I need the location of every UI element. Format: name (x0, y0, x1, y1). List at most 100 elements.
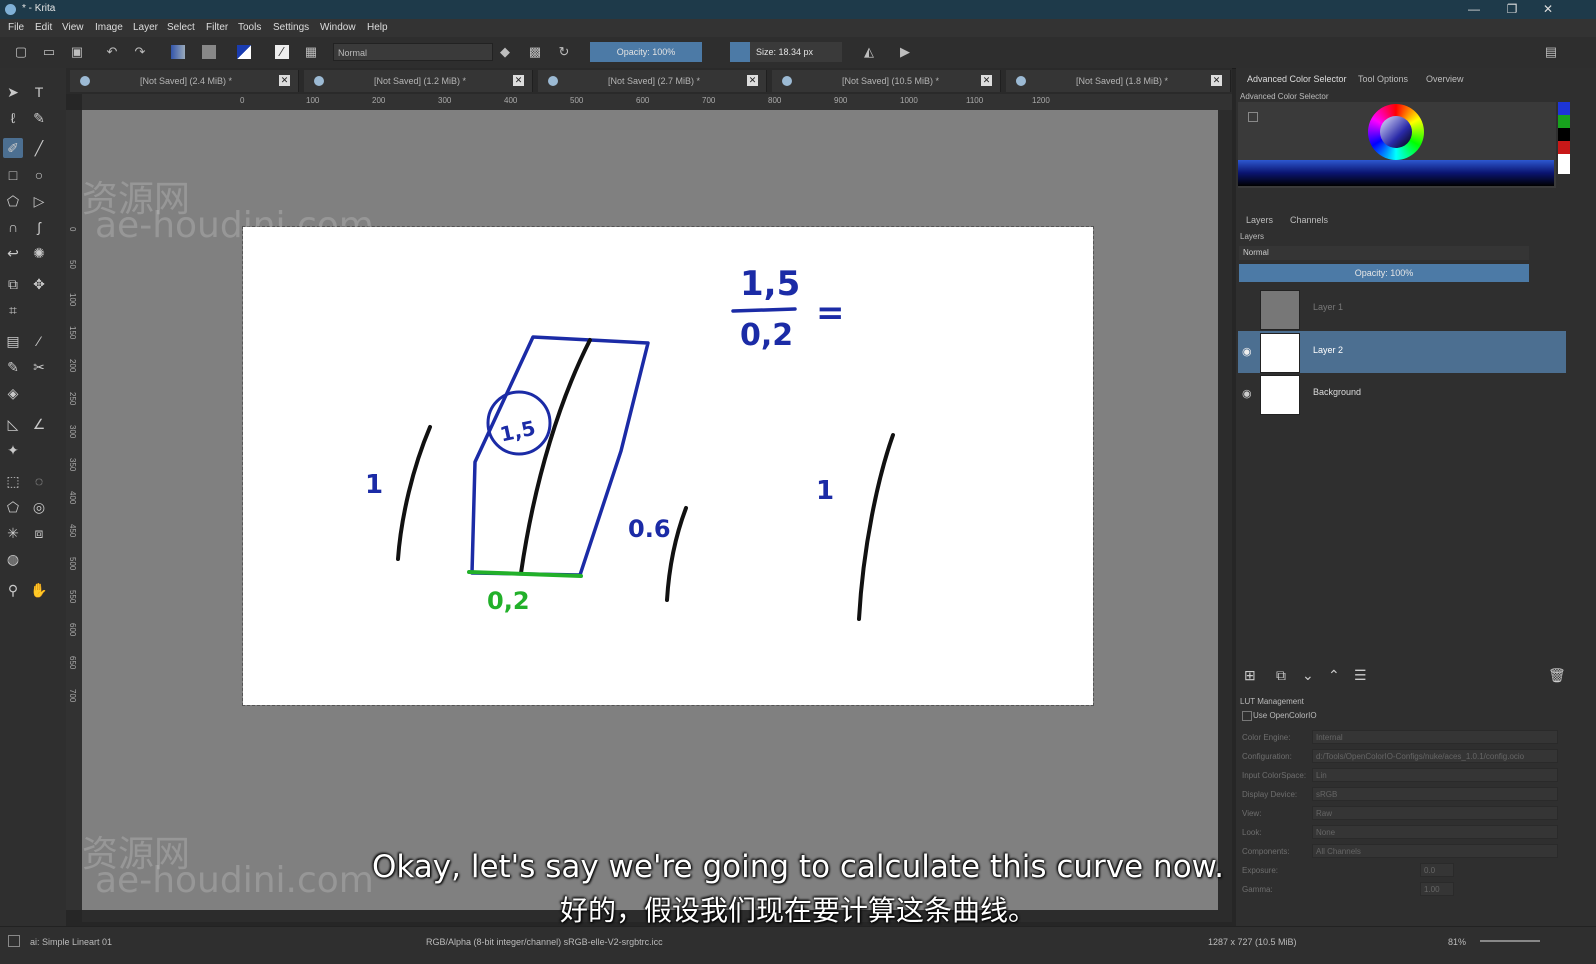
color-history-swatches[interactable] (1558, 102, 1570, 174)
transform-tool-icon[interactable]: ⧉ (3, 274, 23, 294)
freehand-select-tool-icon[interactable]: ◎ (29, 497, 49, 517)
menu-select[interactable]: Select (167, 22, 195, 33)
mirror-horizontal-icon[interactable]: ◭ (862, 45, 876, 59)
save-icon[interactable]: ▣ (70, 45, 84, 59)
tab-overview[interactable]: Overview (1426, 74, 1464, 84)
lut-field[interactable]: Lin (1312, 768, 1558, 782)
document-tab[interactable]: [Not Saved] (1.8 MiB) * ✕ (1006, 70, 1231, 92)
close-tab-icon[interactable]: ✕ (279, 75, 290, 86)
similar-select-tool-icon[interactable]: ⧈ (29, 523, 49, 543)
rectangle-tool-icon[interactable]: □ (3, 165, 23, 185)
menu-layer[interactable]: Layer (133, 22, 158, 33)
drawing-canvas[interactable]: 1 1,5 0,2 0.6 1 1,5 0,2 = (242, 226, 1094, 706)
document-tab[interactable]: [Not Saved] (2.7 MiB) * ✕ (538, 70, 767, 92)
duplicate-layer-icon[interactable]: ⧉ (1276, 667, 1286, 684)
polygon-select-tool-icon[interactable]: ⬠ (3, 497, 23, 517)
close-window-button[interactable]: ✕ (1530, 1, 1566, 18)
menu-edit[interactable]: Edit (35, 22, 52, 33)
lut-field[interactable]: None (1312, 825, 1558, 839)
color-picker-tool-icon[interactable]: ⁄ (29, 331, 49, 351)
dock-menu-icon[interactable]: ▤ (1544, 45, 1558, 59)
zoom-tool-icon[interactable]: ⚲ (3, 580, 23, 600)
colorize-mask-tool-icon[interactable]: ✎ (3, 357, 23, 377)
undo-icon[interactable]: ↶ (105, 45, 119, 59)
reference-images-tool-icon[interactable]: ✦ (3, 440, 23, 460)
bezier-tool-icon[interactable]: ∩ (3, 217, 23, 237)
layer-opacity-slider[interactable]: Opacity: 100% (1239, 264, 1529, 282)
lut-field[interactable]: sRGB (1312, 787, 1558, 801)
vertical-scrollbar[interactable] (1218, 110, 1232, 910)
assistant-tool-icon[interactable]: ◺ (3, 414, 23, 434)
calligraphy-tool-icon[interactable]: ✎ (29, 108, 49, 128)
redo-icon[interactable]: ↷ (133, 45, 147, 59)
ellipse-select-tool-icon[interactable]: ◌ (29, 471, 49, 491)
layer-row[interactable]: ◉ Layer 2 (1238, 331, 1566, 373)
exposure-field[interactable]: 0.0 (1420, 863, 1454, 877)
menu-filter[interactable]: Filter (206, 22, 228, 33)
saturation-value-picker[interactable] (1380, 116, 1412, 148)
minimize-button[interactable]: — (1456, 1, 1492, 18)
contiguous-select-tool-icon[interactable]: ✳ (3, 523, 23, 543)
layer-row[interactable]: ◉ Background (1238, 373, 1566, 415)
blend-mode-select[interactable]: Normal (333, 43, 493, 61)
menu-file[interactable]: File (8, 22, 24, 33)
document-tab[interactable]: [Not Saved] (1.2 MiB) * ✕ (304, 70, 533, 92)
close-tab-icon[interactable]: ✕ (981, 75, 992, 86)
document-tab[interactable]: [Not Saved] (2.4 MiB) * ✕ (70, 70, 299, 92)
menu-help[interactable]: Help (367, 22, 388, 33)
move-layer-down-icon[interactable]: ⌄ (1302, 667, 1314, 684)
multibrush-tool-icon[interactable]: ✺ (29, 243, 49, 263)
size-slider[interactable]: Size: 18.34 px (730, 42, 842, 62)
zoom-level[interactable]: 81% (1448, 937, 1466, 947)
move-tool-icon[interactable]: ✥ (29, 274, 49, 294)
edit-shapes-tool-icon[interactable]: ℓ (3, 108, 23, 128)
close-tab-icon[interactable]: ✕ (513, 75, 524, 86)
delete-layer-icon[interactable]: 🗑 (1548, 667, 1566, 684)
visibility-eye-icon[interactable]: ◉ (1242, 387, 1252, 400)
smart-patch-tool-icon[interactable]: ✂ (29, 357, 49, 377)
zoom-slider[interactable] (1480, 940, 1540, 942)
select-shapes-tool-icon[interactable]: ➤ (3, 82, 23, 102)
measure-tool-icon[interactable]: ∠ (29, 414, 49, 434)
document-tab[interactable]: [Not Saved] (10.5 MiB) * ✕ (772, 70, 1001, 92)
tab-channels[interactable]: Channels (1290, 215, 1328, 225)
pan-tool-icon[interactable]: ✋ (29, 580, 49, 600)
add-layer-icon[interactable]: ⊞ (1244, 667, 1256, 684)
gradient-preset-icon[interactable] (171, 45, 185, 59)
layer-row[interactable]: Layer 1 (1238, 288, 1566, 330)
dynamic-brush-tool-icon[interactable]: ↩ (3, 243, 23, 263)
mirror-vertical-icon[interactable]: ▶ (898, 45, 912, 59)
text-tool-icon[interactable]: T (29, 82, 49, 102)
rect-select-tool-icon[interactable]: ⬚ (3, 471, 23, 491)
alpha-lock-icon[interactable]: ▩ (528, 45, 542, 59)
gradient-tool-icon[interactable]: ▤ (3, 331, 23, 351)
color-selector[interactable] (1238, 102, 1556, 188)
brush-preset-icon[interactable]: ⁄ (275, 45, 289, 59)
layer-blend-mode-select[interactable]: Normal (1239, 246, 1529, 260)
fg-bg-color-icon[interactable] (237, 45, 251, 59)
layout-icon[interactable]: ▦ (304, 45, 318, 59)
color-settings-icon[interactable] (1248, 112, 1258, 122)
tab-advanced-color-selector[interactable]: Advanced Color Selector (1247, 74, 1347, 84)
new-document-icon[interactable]: ▢ (14, 45, 28, 59)
line-tool-icon[interactable]: ╱ (29, 138, 49, 158)
close-tab-icon[interactable]: ✕ (1211, 75, 1222, 86)
polygon-tool-icon[interactable]: ⬠ (3, 191, 23, 211)
lut-field[interactable]: Raw (1312, 806, 1558, 820)
lut-field[interactable]: Internal (1312, 730, 1558, 744)
color-slider-strip[interactable] (1238, 160, 1554, 186)
open-document-icon[interactable]: ▭ (42, 45, 56, 59)
fill-tool-icon[interactable]: ◈ (3, 383, 23, 403)
freehand-path-tool-icon[interactable]: ʃ (29, 217, 49, 237)
tab-tool-options[interactable]: Tool Options (1358, 74, 1408, 84)
polyline-tool-icon[interactable]: ▷ (29, 191, 49, 211)
use-ocio-checkbox[interactable] (1242, 711, 1252, 721)
eraser-icon[interactable]: ◆ (498, 45, 512, 59)
maximize-button[interactable]: ❐ (1494, 1, 1530, 18)
gamma-field[interactable]: 1.00 (1420, 882, 1454, 896)
layer-properties-icon[interactable]: ☰ (1354, 667, 1367, 684)
lut-field[interactable]: d:/Tools/OpenColorIO-Configs/nuke/aces_1… (1312, 749, 1558, 763)
reload-preset-icon[interactable]: ↻ (557, 45, 571, 59)
crop-tool-icon[interactable]: ⌗ (3, 300, 23, 320)
close-tab-icon[interactable]: ✕ (747, 75, 758, 86)
